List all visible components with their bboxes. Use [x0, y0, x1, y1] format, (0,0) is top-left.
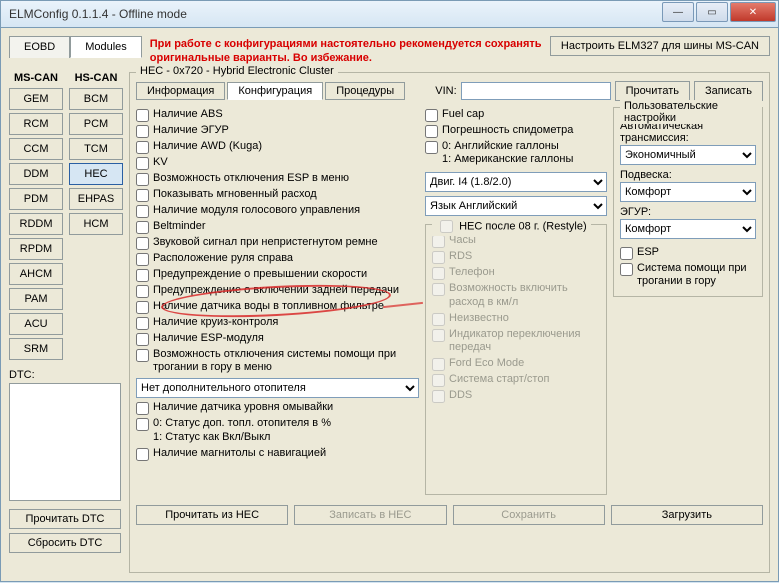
- steer-label: ЭГУР:: [620, 206, 756, 218]
- chk-kml: [432, 283, 445, 296]
- chk-gear-ind: [432, 329, 445, 342]
- chk-esp-menu[interactable]: [136, 173, 149, 186]
- hs-can-header: HS-CAN: [75, 72, 118, 84]
- hec-frame-title: HEC - 0x720 - Hybrid Electronic Cluster: [136, 65, 338, 77]
- hec-frame: HEC - 0x720 - Hybrid Electronic Cluster …: [129, 72, 770, 573]
- dtc-label: DTC:: [9, 369, 123, 381]
- hs-tcm[interactable]: TCM: [69, 138, 123, 160]
- clear-dtc-button[interactable]: Сбросить DTC: [9, 533, 121, 553]
- chk-nav-radio[interactable]: [136, 448, 149, 461]
- chk-eco: [432, 358, 445, 371]
- titlebar: ELMConfig 0.1.1.4 - Offline mode — ▭ ✕: [0, 0, 779, 28]
- minimize-button[interactable]: —: [662, 2, 694, 22]
- chk-voice[interactable]: [136, 205, 149, 218]
- chk-rhd[interactable]: [136, 253, 149, 266]
- heater-select[interactable]: Нет дополнительного отопителя: [136, 378, 419, 398]
- chk-heater-status[interactable]: [136, 418, 149, 431]
- steer-select[interactable]: Комфорт: [620, 219, 756, 239]
- trans-select[interactable]: Экономичный: [620, 145, 756, 165]
- hs-ehpas[interactable]: EHPAS: [69, 188, 123, 210]
- config-col-b: Fuel cap Погрешность спидометра 0: Англи…: [425, 107, 607, 499]
- ms-ccm[interactable]: CCM: [9, 138, 63, 160]
- dtc-list[interactable]: [9, 383, 121, 501]
- ms-gem[interactable]: GEM: [9, 88, 63, 110]
- configure-elm-button[interactable]: Настроить ELM327 для шины MS-CAN: [550, 36, 770, 56]
- tab-info[interactable]: Информация: [136, 82, 225, 100]
- ms-ahcm[interactable]: AHCM: [9, 263, 63, 285]
- chk-user-esp[interactable]: [620, 247, 633, 260]
- chk-hill-menu[interactable]: [136, 349, 149, 362]
- chk-esp-module[interactable]: [136, 333, 149, 346]
- chk-kv[interactable]: [136, 157, 149, 170]
- ms-pam[interactable]: PAM: [9, 288, 63, 310]
- chk-restyle: [440, 220, 453, 233]
- tab-proc[interactable]: Процедуры: [325, 82, 405, 100]
- write-hec-button[interactable]: Записать в HEC: [294, 505, 446, 525]
- chk-instant-cons[interactable]: [136, 189, 149, 202]
- chk-washer-level[interactable]: [136, 402, 149, 415]
- chk-beltminder[interactable]: [136, 221, 149, 234]
- ms-rddm[interactable]: RDDM: [9, 213, 63, 235]
- chk-reverse-warn[interactable]: [136, 285, 149, 298]
- chk-speedo-err[interactable]: [425, 125, 438, 138]
- susp-select[interactable]: Комфорт: [620, 182, 756, 202]
- maximize-button[interactable]: ▭: [696, 2, 728, 22]
- chk-user-hill[interactable]: [620, 263, 633, 276]
- ms-rpdm[interactable]: RPDM: [9, 238, 63, 260]
- ms-acu[interactable]: ACU: [9, 313, 63, 335]
- lang-select[interactable]: Язык Английский: [425, 196, 607, 216]
- config-col-c: Пользовательские настройки Автоматическа…: [613, 107, 763, 499]
- ms-rcm[interactable]: RCM: [9, 113, 63, 135]
- hs-can-column: HS-CAN BCM PCM TCM HEC EHPAS HCM: [69, 72, 123, 363]
- tab-eobd[interactable]: EOBD: [9, 36, 70, 58]
- ms-pdm[interactable]: PDM: [9, 188, 63, 210]
- ms-can-header: MS-CAN: [14, 72, 58, 84]
- chk-phone: [432, 267, 445, 280]
- read-dtc-button[interactable]: Прочитать DTC: [9, 509, 121, 529]
- vin-write-button[interactable]: Записать: [694, 81, 763, 101]
- hs-hcm[interactable]: HCM: [69, 213, 123, 235]
- chk-awd[interactable]: [136, 141, 149, 154]
- warning-text: При работе с конфигурациями настоятельно…: [150, 36, 542, 66]
- chk-clock: [432, 235, 445, 248]
- ms-ddm[interactable]: DDM: [9, 163, 63, 185]
- vin-label: VIN:: [435, 85, 456, 97]
- chk-dds: [432, 390, 445, 403]
- ms-srm[interactable]: SRM: [9, 338, 63, 360]
- vin-input[interactable]: [461, 82, 611, 100]
- chk-gallons[interactable]: [425, 141, 438, 154]
- chk-rds: [432, 251, 445, 264]
- load-button[interactable]: Загрузить: [611, 505, 763, 525]
- user-settings-legend: Пользовательские настройки: [620, 100, 762, 124]
- chk-unknown: [432, 313, 445, 326]
- tab-modules[interactable]: Modules: [70, 36, 142, 58]
- close-button[interactable]: ✕: [730, 2, 776, 22]
- window-title: ELMConfig 0.1.1.4 - Offline mode: [9, 7, 187, 21]
- chk-belt-sound[interactable]: [136, 237, 149, 250]
- save-button[interactable]: Сохранить: [453, 505, 605, 525]
- hs-bcm[interactable]: BCM: [69, 88, 123, 110]
- ms-can-column: MS-CAN GEM RCM CCM DDM PDM RDDM RPDM AHC…: [9, 72, 63, 363]
- chk-startstop: [432, 374, 445, 387]
- read-hec-button[interactable]: Прочитать из HEC: [136, 505, 288, 525]
- vin-read-button[interactable]: Прочитать: [615, 81, 690, 101]
- tab-config[interactable]: Конфигурация: [227, 82, 323, 100]
- chk-fuelcap[interactable]: [425, 109, 438, 122]
- hs-pcm[interactable]: PCM: [69, 113, 123, 135]
- chk-overspeed[interactable]: [136, 269, 149, 282]
- top-tabs: EOBD Modules: [9, 36, 142, 58]
- chk-water-sensor[interactable]: [136, 301, 149, 314]
- chk-egur[interactable]: [136, 125, 149, 138]
- hs-hec[interactable]: HEC: [69, 163, 123, 185]
- chk-abs[interactable]: [136, 109, 149, 122]
- config-col-a: Наличие ABS Наличие ЭГУР Наличие AWD (Ku…: [136, 107, 419, 499]
- engine-select[interactable]: Двиг. I4 (1.8/2.0): [425, 172, 607, 192]
- susp-label: Подвеска:: [620, 169, 756, 181]
- chk-cruise[interactable]: [136, 317, 149, 330]
